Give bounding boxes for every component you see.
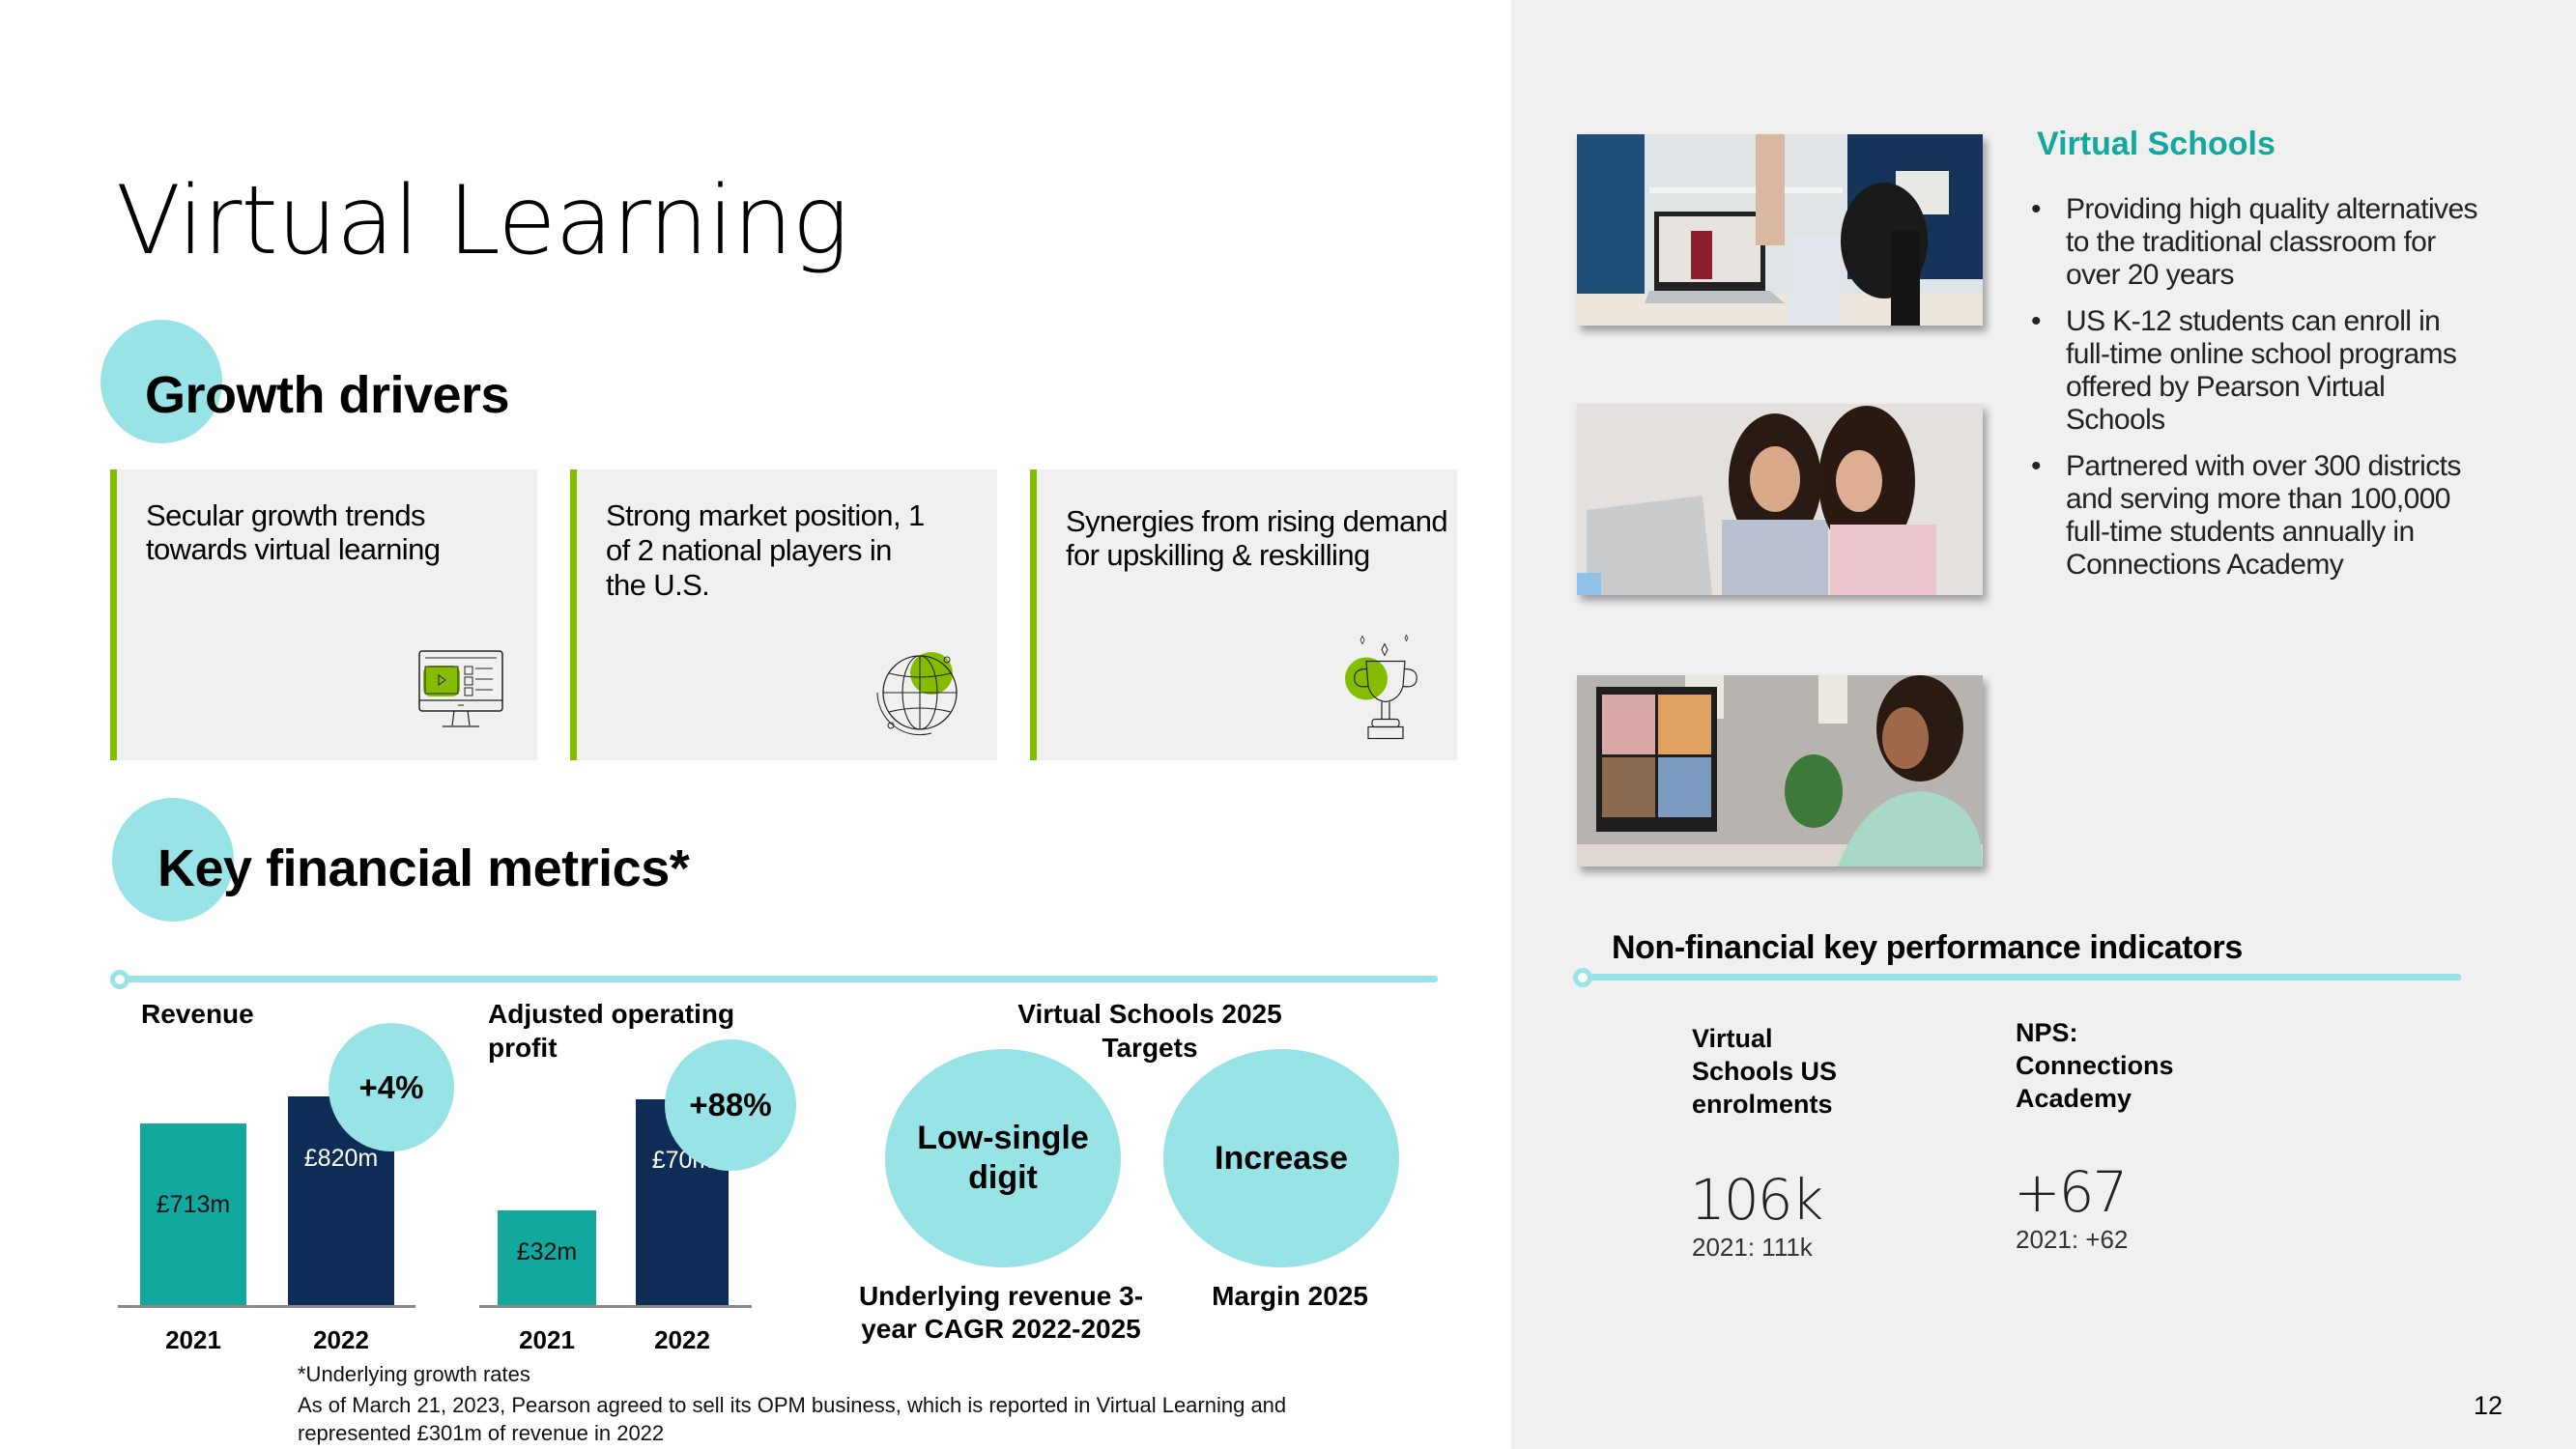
aop-year-2022: 2022 [654,1325,710,1354]
photo-video-call [1577,675,1983,867]
kpi-divider-dot [1573,968,1592,987]
target-revenue-cagr: Low-single digit [885,1049,1121,1267]
photo-teen-video-call-image [1577,675,1983,867]
page-number: 12 [2474,1391,2504,1420]
section-divider-dot [110,970,129,989]
photo-women-laptop-image [1577,404,1983,595]
footnote-opm-sale: As of March 21, 2023, Pearson agreed to … [298,1393,1287,1417]
globe-icon [876,652,958,736]
target-revenue-cagr-caption: Underlying revenue 3-year CAGR 2022-2025 [858,1281,1144,1344]
trophy-icon [1345,634,1417,740]
kpi-heading: Non-financial key performance indicators [1612,929,2243,966]
section-divider-line [120,976,1438,982]
growth-driver-card: Synergies from rising demand for upskill… [1030,469,1457,760]
footnote-opm-revenue: represented £301m of revenue in 2022 [298,1421,665,1445]
photo-girl-laptop-image [1577,134,1983,326]
photo-online-class [1577,134,1983,326]
virtual-schools-title: Virtual Schools [2037,126,2275,162]
aop-growth-badge: +88% [665,1039,796,1171]
bullet-item: US K-12 students can enroll in full-time… [2031,305,2491,437]
kpi-nps-label: NPS: Connections Academy [2016,1018,2174,1113]
aop-axis [479,1305,752,1308]
target-margin-value: Increase [1215,1139,1348,1177]
revenue-bar-2021-label: £713m [156,1190,231,1218]
aop-year-2021: 2021 [519,1325,575,1354]
revenue-year-2022: 2022 [313,1325,369,1354]
kpi-enrolments-previous: 2021: 111k [1692,1233,1813,1262]
target-margin: Increase [1163,1049,1399,1267]
growth-driver-text: Strong market position, 1 of 2 national … [606,498,925,602]
kpi-divider-line [1590,974,2461,980]
growth-driver-card: Secular growth trends towards virtual le… [110,469,537,760]
growth-drivers-heading: Growth drivers [145,366,510,424]
target-revenue-cagr-value: Low-single digit [917,1120,1089,1196]
bullet-item: Providing high quality alternatives to t… [2031,193,2491,292]
revenue-axis [118,1305,415,1308]
kpi-enrolments-label: Virtual Schools US enrolments [1692,1024,1838,1119]
photo-studying-together [1577,404,1983,595]
page-title: Virtual Learning [116,166,848,276]
kpi-enrolments-value: 106k [1690,1167,1823,1233]
monitor-video-icon [418,650,503,727]
kpi-nps-previous: 2021: +62 [2016,1225,2129,1254]
revenue-year-2021: 2021 [165,1325,221,1354]
footnote-growth-rates: *Underlying growth rates [298,1362,530,1386]
growth-driver-card: Strong market position, 1 of 2 national … [570,469,997,760]
aop-bar-2021: £32m [498,1210,596,1305]
bullet-item: Partnered with over 300 districts and se… [2031,450,2491,582]
aop-bar-2021-label: £32m [516,1238,578,1266]
revenue-chart-title: Revenue [141,999,254,1029]
revenue-bar-2021: £713m [140,1123,246,1305]
growth-driver-text: Synergies from rising demand for upskill… [1066,504,1448,572]
kpi-nps-value: +67 [2014,1159,2128,1225]
virtual-schools-bullets: Providing high quality alternatives to t… [2029,193,2491,595]
growth-driver-text: Secular growth trends towards virtual le… [146,498,441,566]
key-financial-metrics-heading: Key financial metrics* [157,839,690,897]
revenue-growth-badge: +4% [329,1023,454,1151]
target-margin-caption: Margin 2025 [1212,1281,1368,1311]
